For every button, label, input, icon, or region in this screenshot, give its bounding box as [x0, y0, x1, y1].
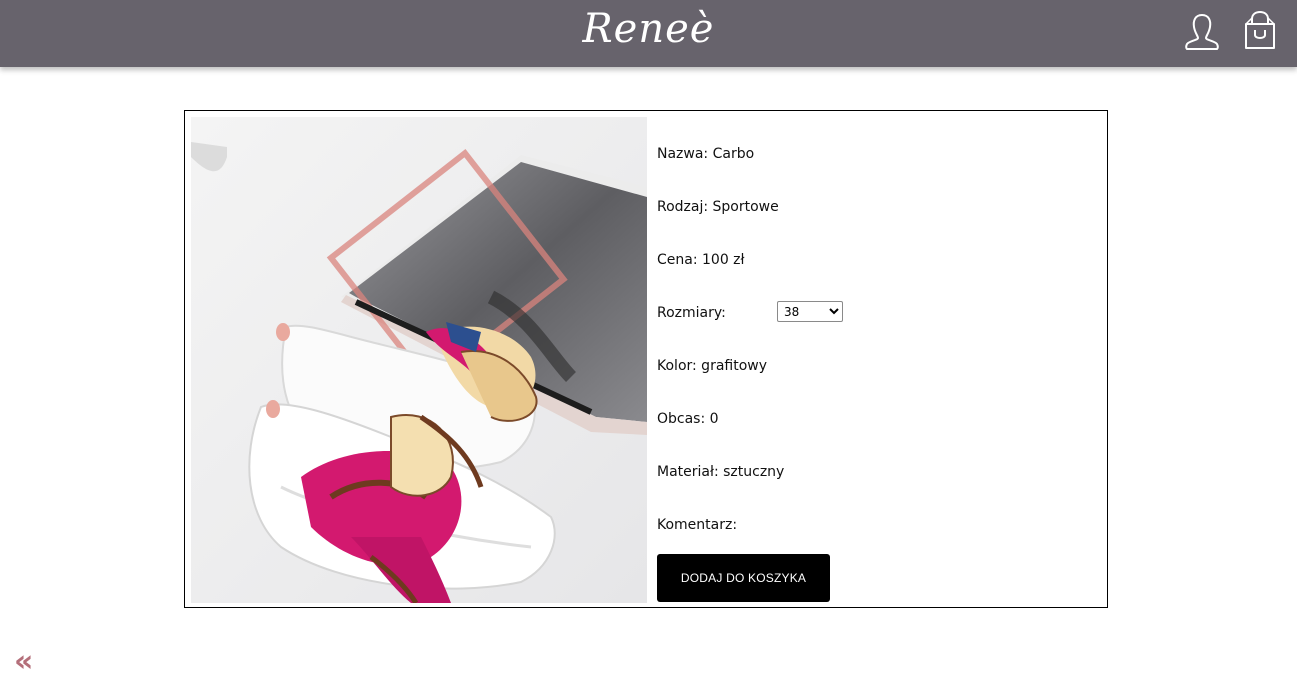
- shopping-bag-icon: [1245, 10, 1275, 49]
- product-heel: Obcas: 0: [657, 411, 719, 427]
- product-photo: [191, 117, 647, 603]
- product-sizes-row: Rozmiary: 38: [657, 301, 857, 323]
- add-to-cart-button[interactable]: DODAJ DO KOSZYKA: [657, 554, 830, 602]
- product-price: Cena: 100 zł: [657, 252, 745, 268]
- product-name: Nazwa: Carbo: [657, 146, 755, 162]
- user-icon: [1185, 14, 1219, 50]
- site-header: Reneè: [0, 0, 1297, 67]
- product-image: [191, 117, 647, 603]
- back-arrow-link[interactable]: «: [14, 644, 33, 680]
- size-select[interactable]: 38: [777, 301, 843, 322]
- product-card: Nazwa: Carbo Rodzaj: Sportowe Cena: 100 …: [184, 110, 1108, 608]
- site-logo[interactable]: Reneè: [0, 6, 1297, 52]
- user-account-button[interactable]: [1184, 12, 1220, 52]
- product-material: Materiał: sztuczny: [657, 464, 785, 480]
- sizes-label: Rozmiary:: [657, 305, 726, 321]
- product-color: Kolor: grafitowy: [657, 358, 768, 374]
- shopping-cart-button[interactable]: [1242, 10, 1278, 52]
- product-comment: Komentarz:: [657, 517, 738, 533]
- product-type: Rodzaj: Sportowe: [657, 199, 779, 215]
